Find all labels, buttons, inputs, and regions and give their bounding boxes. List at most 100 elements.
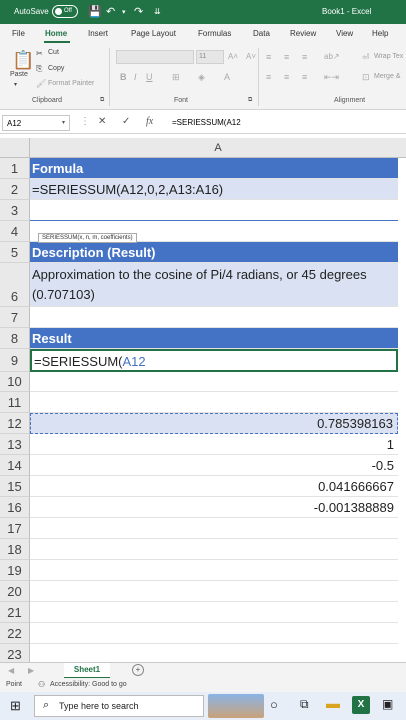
row-header[interactable]: 8 [0, 328, 30, 349]
more-options-icon[interactable]: ⋮ [80, 116, 90, 127]
shrink-font-icon[interactable]: A˅ [246, 52, 256, 61]
row-header[interactable]: 10 [0, 372, 30, 392]
format-painter-icon[interactable]: 🖌 [36, 79, 46, 88]
paste-label[interactable]: Paste [10, 71, 28, 78]
row-header[interactable]: 9 [0, 349, 30, 372]
cell-a1[interactable]: Formula [30, 158, 398, 179]
cell-a3[interactable] [30, 200, 398, 221]
tab-review[interactable]: Review [290, 29, 316, 38]
name-box[interactable]: A12 [2, 115, 70, 131]
tab-data[interactable]: Data [253, 29, 270, 38]
merge-icon[interactable]: ⊡ [362, 72, 370, 83]
cut-icon[interactable]: ✂ [36, 49, 43, 58]
cell-a19[interactable] [30, 560, 398, 581]
row-header[interactable]: 15 [0, 476, 30, 497]
tab-page-layout[interactable]: Page Layout [131, 29, 176, 38]
cell-a17[interactable] [30, 518, 398, 539]
row-header[interactable]: 22 [0, 623, 30, 644]
row-header[interactable]: 11 [0, 392, 30, 413]
align-middle-icon[interactable]: ≡ [284, 52, 289, 62]
insert-function-icon[interactable]: fx [146, 116, 153, 127]
cell-a13[interactable]: 1 [30, 434, 398, 455]
orientation-icon[interactable]: ab↗ [324, 52, 340, 61]
row-header[interactable]: 3 [0, 200, 30, 221]
paste-dropdown-icon[interactable]: ▾ [14, 81, 17, 88]
enter-icon[interactable]: ✓ [122, 116, 130, 127]
cell-a5[interactable]: Description (Result) [30, 242, 398, 263]
undo-icon[interactable]: ↶ [106, 5, 115, 18]
customize-icon[interactable]: ⇊ [154, 7, 161, 16]
cell-a16[interactable]: -0.001388889 [30, 497, 398, 518]
bold-icon[interactable]: B [120, 72, 127, 82]
row-header[interactable]: 2 [0, 179, 30, 200]
cell-a8[interactable]: Result [30, 328, 398, 349]
row-header[interactable]: 5 [0, 242, 30, 263]
cell-a20[interactable] [30, 581, 398, 602]
italic-icon[interactable]: I [134, 72, 137, 82]
borders-icon[interactable]: ⊞ [172, 72, 180, 83]
row-header[interactable]: 1 [0, 158, 30, 179]
font-launcher-icon[interactable]: ⧉ [248, 97, 252, 104]
align-center-icon[interactable]: ≡ [284, 72, 289, 82]
accessibility-status[interactable]: Accessibility: Good to go [50, 681, 127, 688]
cortana-icon[interactable]: ○ [270, 697, 278, 712]
cancel-icon[interactable]: ✕ [98, 116, 106, 127]
windows-start-icon[interactable]: ⊞ [10, 698, 21, 714]
select-all-corner[interactable] [0, 138, 30, 158]
formula-input[interactable]: =SERIESSUM(A12 [172, 118, 241, 127]
scroll-left-icon[interactable]: ◀ [8, 666, 14, 675]
underline-icon[interactable]: U [146, 72, 153, 82]
align-top-icon[interactable]: ≡ [266, 52, 271, 62]
row-header[interactable]: 7 [0, 307, 30, 328]
tab-help[interactable]: Help [372, 29, 388, 38]
copy-label[interactable]: Copy [48, 65, 64, 72]
row-header[interactable]: 17 [0, 518, 30, 539]
row-header[interactable]: 4 [0, 221, 30, 242]
align-bottom-icon[interactable]: ≡ [302, 52, 307, 62]
tab-file[interactable]: File [12, 29, 25, 38]
indent-icon[interactable]: ⇤⇥ [324, 72, 339, 83]
name-box-dropdown-icon[interactable]: ▾ [62, 119, 65, 126]
task-view-icon[interactable]: ⧉ [300, 697, 309, 712]
cell-a21[interactable] [30, 602, 398, 623]
scroll-right-icon[interactable]: ▶ [28, 666, 34, 675]
merge-label[interactable]: Merge & [374, 73, 400, 80]
paste-icon[interactable]: 📋 [12, 50, 34, 71]
tab-insert[interactable]: Insert [88, 29, 108, 38]
tab-formulas[interactable]: Formulas [198, 29, 231, 38]
cell-a12[interactable]: 0.785398163 [30, 413, 398, 434]
font-size-box[interactable]: 11 [196, 50, 224, 64]
tab-view[interactable]: View [336, 29, 353, 38]
font-name-box[interactable] [116, 50, 194, 64]
row-header[interactable]: 12 [0, 413, 30, 434]
cell-a22[interactable] [30, 623, 398, 644]
news-widget-image[interactable] [208, 694, 264, 718]
row-header[interactable]: 19 [0, 560, 30, 581]
cell-a23[interactable] [30, 644, 398, 663]
cell-a2[interactable]: =SERIESSUM(A12,0,2,A13:A16) [30, 179, 398, 200]
worksheet-grid[interactable]: A 1 Formula 2 =SERIESSUM(A12,0,2,A13:A16… [0, 138, 406, 663]
clipboard-launcher-icon[interactable]: ⧉ [100, 97, 104, 104]
row-header[interactable]: 14 [0, 455, 30, 476]
autosave-toggle[interactable]: Off [52, 5, 78, 18]
accessibility-icon[interactable]: ⚇ [38, 680, 45, 689]
cell-a15[interactable]: 0.041666667 [30, 476, 398, 497]
cell-a10[interactable] [30, 372, 398, 392]
taskbar-search-box[interactable]: ⌕ Type here to search [34, 695, 204, 717]
row-header[interactable]: 18 [0, 539, 30, 560]
tab-home[interactable]: Home [45, 29, 67, 38]
wrap-text-icon[interactable]: ⏎ [362, 52, 370, 63]
add-sheet-button[interactable]: + [132, 664, 144, 676]
row-header[interactable]: 16 [0, 497, 30, 518]
cell-a14[interactable]: -0.5 [30, 455, 398, 476]
function-tooltip[interactable]: SERIESSUM(x, n, m, coefficients) [38, 233, 137, 243]
redo-icon[interactable]: ↷ [134, 5, 143, 18]
column-header-a[interactable]: A [30, 138, 406, 158]
powerpoint-app-icon[interactable]: ▣ [382, 697, 393, 711]
row-header[interactable]: 20 [0, 581, 30, 602]
save-icon[interactable]: 💾 [88, 5, 102, 18]
file-explorer-icon[interactable]: ▬ [326, 695, 340, 711]
copy-icon[interactable]: ⎘ [36, 64, 42, 74]
wrap-text-label[interactable]: Wrap Tex [374, 53, 403, 60]
cell-a18[interactable] [30, 539, 398, 560]
